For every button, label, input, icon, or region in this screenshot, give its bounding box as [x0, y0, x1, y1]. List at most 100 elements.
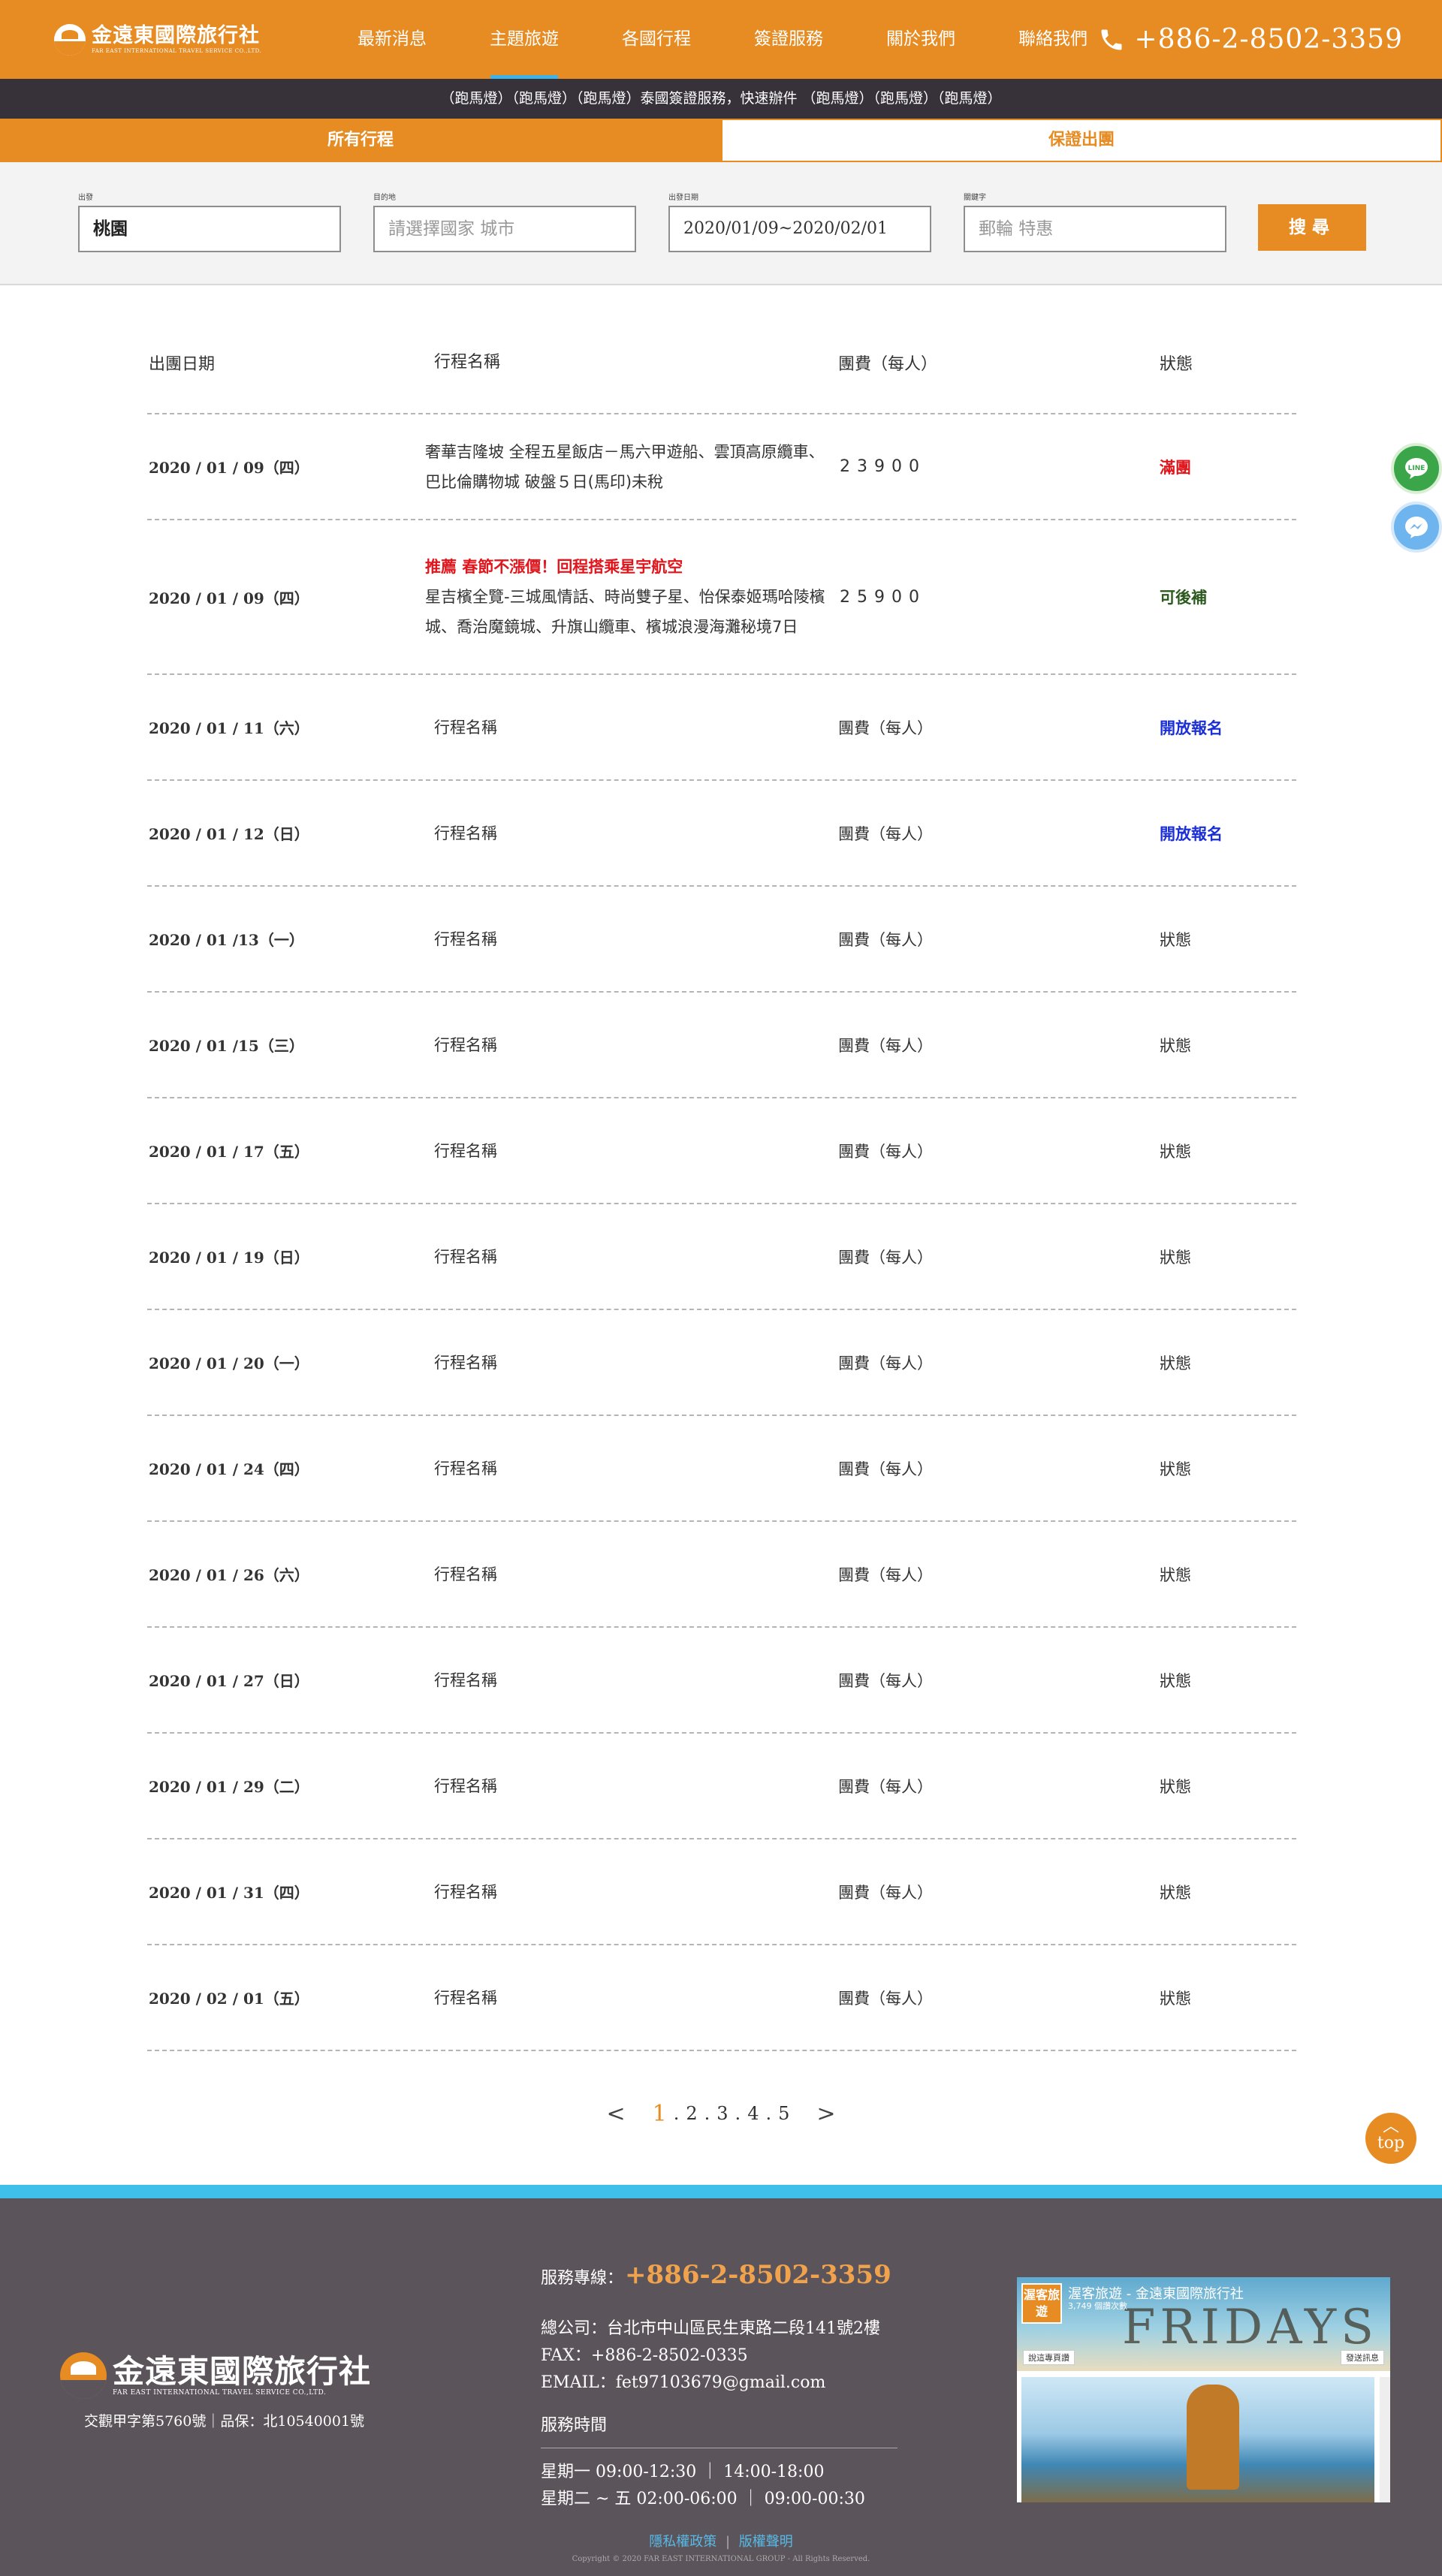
keyword-input[interactable]: 郵輪 特惠 — [964, 206, 1226, 252]
table-row[interactable]: 2020 / 01 / 17（五） 行程名稱 團費（每人） 狀態 — [147, 1098, 1296, 1204]
next-page-button[interactable]: > — [816, 2101, 835, 2127]
date-label: 出發日期 — [668, 194, 698, 202]
row-tour-name[interactable]: 行程名稱 — [425, 1983, 838, 2013]
footer-hotline: 服務專線： +886-2-8502-3359 — [541, 2260, 901, 2290]
table-row[interactable]: 2020 / 01 / 27（日） 行程名稱 團費（每人） 狀態 — [147, 1628, 1296, 1734]
header-phone[interactable]: +886-2-8502-3359 — [1098, 0, 1403, 79]
fb-scrollbar[interactable] — [1380, 2377, 1390, 2502]
row-price: 團費（每人） — [838, 1460, 933, 1478]
row-tour-name[interactable]: 奢華吉隆坡 全程五星飯店－馬六甲遊船、雲頂高原纜車、巴比倫購物城 破盤５日(馬印… — [425, 437, 838, 497]
table-row[interactable]: 2020 / 01 / 09（四） 奢華吉隆坡 全程五星飯店－馬六甲遊船、雲頂高原… — [147, 414, 1296, 520]
row-date: 2020 / 01 / 11（六） — [149, 719, 309, 737]
keyword-field: 關鍵字 郵輪 特惠 — [964, 191, 1226, 252]
footer-hours-title: 服務時間 — [541, 2412, 897, 2448]
footer-email[interactable]: EMAIL：fet97103679@gmail.com — [541, 2370, 901, 2397]
nav-item-visa[interactable]: 簽證服務 — [723, 0, 855, 79]
page-5[interactable]: 5 — [778, 2103, 789, 2124]
marquee-banner[interactable]: （跑馬燈）（跑馬燈）（跑馬燈）泰國簽證服務，快速辦件 （跑馬燈）（跑馬燈）（跑馬… — [0, 79, 1442, 119]
from-field: 出發 桃園 — [78, 191, 341, 252]
row-status: 狀態 — [1160, 1142, 1191, 1161]
row-price: 團費（每人） — [838, 1248, 933, 1267]
row-price: 團費（每人） — [838, 1989, 933, 2008]
tab-all-tours[interactable]: 所有行程 — [0, 119, 721, 162]
table-row[interactable]: 2020 / 01 / 20（一） 行程名稱 團費（每人） 狀態 — [147, 1310, 1296, 1416]
row-tour-name[interactable]: 行程名稱 — [425, 1348, 838, 1378]
site-logo[interactable]: 金遠東國際旅行社 FAR EAST INTERNATIONAL TRAVEL S… — [54, 23, 264, 57]
page-1[interactable]: 1 — [653, 2101, 667, 2127]
table-row[interactable]: 2020 / 01 / 09（四） 推薦 春節不漲價！回程搭乘星宇航空 星吉檳全覽-… — [147, 520, 1296, 675]
row-price: 23900 — [840, 457, 926, 476]
row-tour-name[interactable]: 行程名稱 — [425, 924, 838, 954]
line-button[interactable]: LINE — [1391, 443, 1442, 494]
fb-like-button[interactable]: 說這專頁讚 — [1023, 2350, 1075, 2365]
table-row[interactable]: 2020 / 01 / 11（六） 行程名稱 團費（每人） 開放報名 — [147, 675, 1296, 781]
fb-avatar[interactable]: 渥客旅遊 — [1021, 2283, 1062, 2324]
privacy-policy-link[interactable]: 隱私權政策 — [649, 2534, 716, 2550]
footer-accent-strip — [0, 2185, 1442, 2198]
row-tour-name[interactable]: 行程名稱 — [425, 1136, 838, 1166]
copyright-link[interactable]: 版權聲明 — [739, 2534, 793, 2550]
line-icon: LINE — [1405, 458, 1428, 479]
back-to-top-button[interactable]: ︿ top — [1365, 2113, 1416, 2164]
row-tour-name[interactable]: 行程名稱 — [425, 713, 838, 743]
prev-page-button[interactable]: < — [606, 2101, 625, 2127]
footer-license: 交觀甲字第5760號｜品保：北10540001號 — [84, 2413, 365, 2430]
table-row[interactable]: 2020 / 01 / 19（日） 行程名稱 團費（每人） 狀態 — [147, 1204, 1296, 1310]
date-range-input[interactable]: 2020/01/09~2020/02/01 — [668, 206, 931, 252]
from-select[interactable]: 桃園 — [78, 206, 341, 252]
logo-subtitle: FAR EAST INTERNATIONAL TRAVEL SERVICE CO… — [92, 48, 262, 54]
row-tour-name[interactable]: 行程名稱 — [425, 1665, 838, 1695]
footer-logo[interactable]: 金遠東國際旅行社 FAR EAST INTERNATIONAL TRAVEL S… — [60, 2352, 371, 2399]
facebook-page-widget[interactable]: FRIDAYS 渥客旅遊 渥客旅遊 - 金遠東國際旅行社 3,749 個讚次數 … — [1017, 2277, 1390, 2502]
row-status: 狀態 — [1160, 1883, 1191, 1902]
row-tour-name-text: 星吉檳全覽-三城風情話、時尚雙子星、怡保泰姬瑪哈陵檳城、喬治魔鏡城、升旗山纜車、… — [425, 588, 825, 636]
row-status: 狀態 — [1160, 1460, 1191, 1478]
row-tour-name-text: 行程名稱 — [434, 1882, 497, 1901]
table-row[interactable]: 2020 / 01 / 26（六） 行程名稱 團費（每人） 狀態 — [147, 1522, 1296, 1628]
header-price: 團費（每人） — [838, 355, 938, 374]
fb-avatar-text: 渥客旅遊 — [1023, 2285, 1060, 2322]
tour-table: 出團日期 行程名稱 團費（每人） 狀態 2020 / 01 / 09（四） 奢華吉… — [147, 312, 1296, 2051]
fb-message-button[interactable]: 發送訊息 — [1341, 2350, 1384, 2365]
row-tour-name[interactable]: 行程名稱 — [425, 1771, 838, 1801]
nav-item-theme-tours[interactable]: 主題旅遊 — [458, 0, 590, 79]
nav-item-about[interactable]: 關於我們 — [855, 0, 987, 79]
main-nav: 最新消息 主題旅遊 各國行程 簽證服務 關於我們 聯絡我們 — [326, 0, 1119, 79]
row-tour-name-text: 行程名稱 — [434, 1776, 497, 1795]
row-promo-text: 推薦 春節不漲價！回程搭乘星宇航空 — [425, 558, 683, 576]
row-date: 2020 / 01 / 12（日） — [149, 825, 309, 843]
row-tour-name[interactable]: 行程名稱 — [425, 818, 838, 848]
destination-select[interactable]: 請選擇國家 城市 — [373, 206, 636, 252]
row-price: 團費（每人） — [838, 1671, 933, 1690]
search-button[interactable]: 搜尋 — [1258, 204, 1366, 251]
tab-guaranteed-tours[interactable]: 保證出團 — [721, 119, 1442, 162]
messenger-button[interactable] — [1391, 502, 1442, 553]
row-tour-name-text: 行程名稱 — [434, 718, 497, 737]
row-tour-name[interactable]: 行程名稱 — [425, 1559, 838, 1589]
row-tour-name[interactable]: 推薦 春節不漲價！回程搭乘星宇航空星吉檳全覽-三城風情話、時尚雙子星、怡保泰姬瑪… — [425, 552, 838, 642]
fb-likes-count: 3,749 個讚次數 — [1068, 2301, 1127, 2311]
table-row[interactable]: 2020 / 01 /15（三） 行程名稱 團費（每人） 狀態 — [147, 993, 1296, 1098]
row-price: 團費（每人） — [838, 1565, 933, 1584]
page-3[interactable]: 3 — [716, 2103, 728, 2124]
table-row[interactable]: 2020 / 01 / 12（日） 行程名稱 團費（每人） 開放報名 — [147, 781, 1296, 887]
table-row[interactable]: 2020 / 02 / 01（五） 行程名稱 團費（每人） 狀態 — [147, 1945, 1296, 2051]
table-row[interactable]: 2020 / 01 / 31（四） 行程名稱 團費（每人） 狀態 — [147, 1839, 1296, 1945]
nav-item-itineraries[interactable]: 各國行程 — [590, 0, 723, 79]
hotline-number[interactable]: +886-2-8502-3359 — [625, 2260, 891, 2290]
table-row[interactable]: 2020 / 01 /13（一） 行程名稱 團費（每人） 狀態 — [147, 887, 1296, 993]
page-4[interactable]: 4 — [747, 2103, 759, 2124]
table-row[interactable]: 2020 / 01 / 24（四） 行程名稱 團費（每人） 狀態 — [147, 1416, 1296, 1522]
page-2[interactable]: 2 — [686, 2103, 697, 2124]
row-tour-name[interactable]: 行程名稱 — [425, 1454, 838, 1484]
footer-logo-mark-icon — [60, 2352, 107, 2399]
row-tour-name[interactable]: 行程名稱 — [425, 1877, 838, 1907]
row-tour-name-text: 行程名稱 — [434, 1988, 497, 2007]
row-date: 2020 / 01 / 24（四） — [149, 1460, 309, 1478]
row-tour-name[interactable]: 行程名稱 — [425, 1242, 838, 1272]
row-tour-name-text: 行程名稱 — [434, 1459, 497, 1478]
nav-item-news[interactable]: 最新消息 — [326, 0, 458, 79]
table-row[interactable]: 2020 / 01 / 29（二） 行程名稱 團費（每人） 狀態 — [147, 1734, 1296, 1839]
footer-links: 隱私權政策 | 版權聲明 — [649, 2534, 793, 2550]
row-tour-name[interactable]: 行程名稱 — [425, 1030, 838, 1060]
